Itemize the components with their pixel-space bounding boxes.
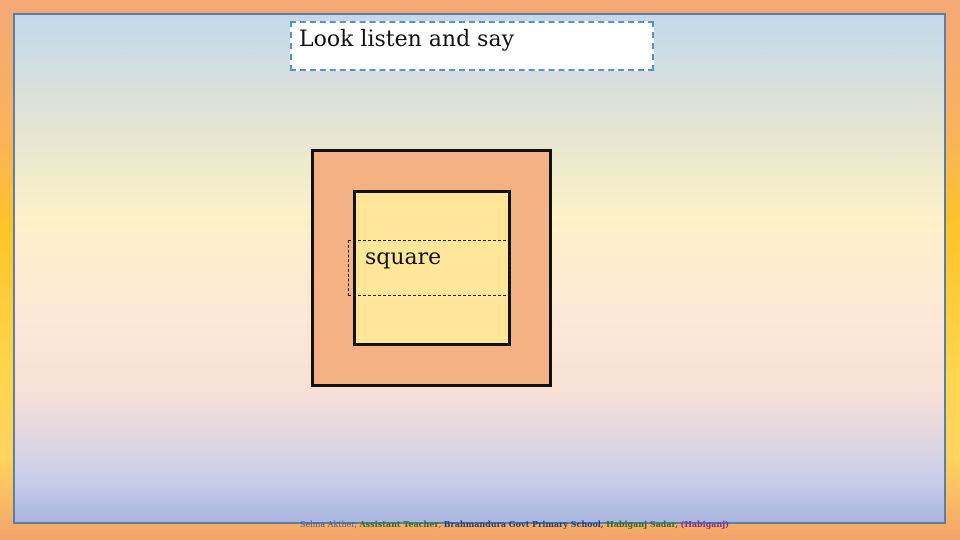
footer-district: (Habiganj) (680, 519, 729, 529)
title-text: Look listen and say (299, 27, 515, 52)
word-text: square (365, 245, 442, 270)
word-textbox[interactable]: square (348, 240, 511, 296)
footer-sep1: , (354, 520, 357, 529)
footer-area: Habiganj Sadar, (606, 519, 678, 529)
footer-name: Selma Akther (300, 520, 355, 529)
footer-credit: Selma Akther, Assistant Teacher, Brahman… (300, 519, 729, 529)
footer-role: Assistant Teacher (359, 519, 439, 529)
footer-sep2: , (438, 520, 442, 529)
footer-school: Brahmandura Govt Primary School, (443, 519, 604, 529)
title-textbox[interactable]: Look listen and say (290, 21, 654, 71)
